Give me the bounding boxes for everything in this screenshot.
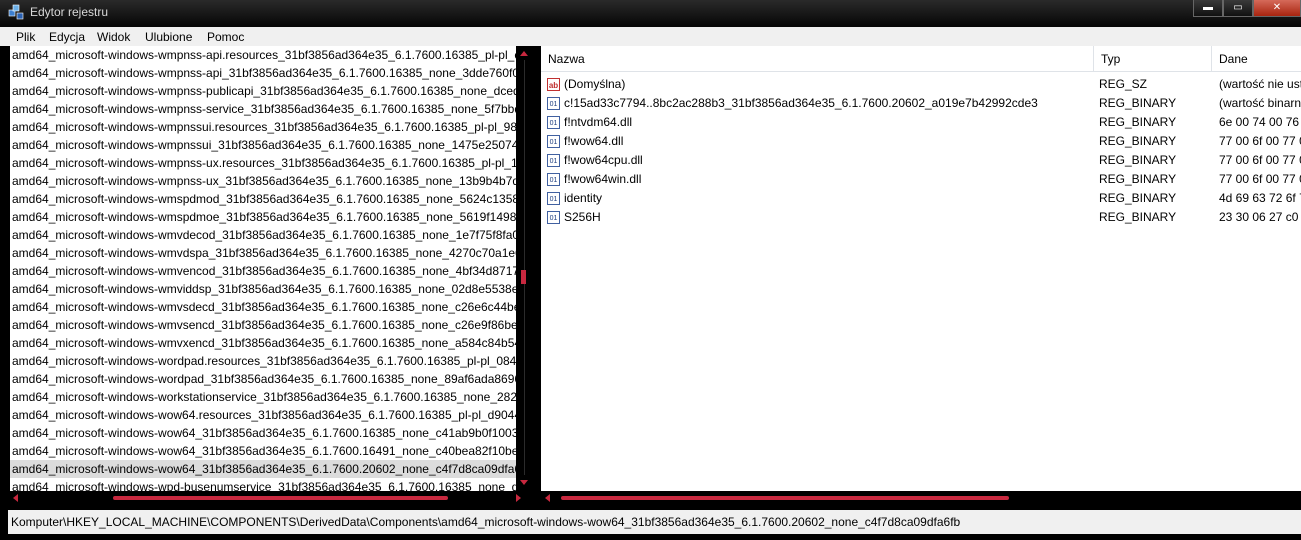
column-header-type[interactable]: Typ [1094,46,1211,72]
tree-item[interactable]: amd64_microsoft-windows-wmvsdecd_31bf385… [10,298,516,316]
value-name: S256H [564,210,601,224]
scroll-thumb[interactable] [113,496,448,500]
value-name: f!wow64cpu.dll [564,153,643,167]
tree-horizontal-scrollbar[interactable] [10,491,533,504]
status-bar-path: Komputer\HKEY_LOCAL_MACHINE\COMPONENTS\D… [8,510,1301,534]
value-data: 23 30 06 27 c0 c9 [1219,210,1301,224]
scroll-thumb[interactable] [561,496,1009,500]
value-type: REG_BINARY [1099,210,1177,224]
tree-item[interactable]: amd64_microsoft-windows-wow64_31bf3856ad… [10,442,516,460]
tree-item[interactable]: amd64_microsoft-windows-wmpnss-api.resou… [10,46,516,64]
tree-item[interactable]: amd64_microsoft-windows-wmpnss-api_31bf3… [10,64,516,82]
string-value-icon: ab [547,78,560,91]
tree-item[interactable]: amd64_microsoft-windows-wordpad.resource… [10,352,516,370]
window-controls: ▬ ▭ ✕ [1193,0,1301,18]
value-name: (Domyślna) [564,77,626,91]
menu-file[interactable]: Plik [16,30,35,44]
value-row[interactable]: ab (Domyślna) REG_SZ (wartość nie ustawiona… [541,75,1301,94]
value-name: f!ntvdm64.dll [564,115,633,129]
scroll-track[interactable] [524,60,525,475]
tree-item[interactable]: amd64_microsoft-windows-wmpnss-service_3… [10,100,516,118]
binary-value-icon: 01 [547,192,560,205]
value-name: f!wow64.dll [564,134,624,148]
registry-editor-icon [8,4,24,20]
tree-item[interactable]: amd64_microsoft-windows-wmvxencd_31bf385… [10,334,516,352]
scroll-right-arrow-icon[interactable] [516,494,521,502]
tree-item[interactable]: amd64_microsoft-windows-wmspdmoe_31bf385… [10,208,516,226]
menu-favorites[interactable]: Ulubione [145,30,192,44]
menu-help[interactable]: Pomoc [207,30,244,44]
close-button[interactable]: ✕ [1253,0,1301,17]
tree-item[interactable]: amd64_microsoft-windows-wmpnss-publicapi… [10,82,516,100]
value-row[interactable]: 01 S256H REG_BINARY 23 30 06 27 c0 c9 [541,208,1301,227]
key-tree[interactable]: amd64_microsoft-windows-wmpnss-api.resou… [10,46,516,491]
binary-value-icon: 01 [547,135,560,148]
scroll-left-arrow-icon[interactable] [545,494,550,502]
menu-edit[interactable]: Edycja [49,30,85,44]
tree-item[interactable]: amd64_microsoft-windows-wpd-busenumservi… [10,478,516,491]
tree-item[interactable]: amd64_microsoft-windows-wmvsencd_31bf385… [10,316,516,334]
scroll-up-arrow-icon[interactable] [520,51,528,56]
value-data: 77 00 6f 00 77 00 [1219,153,1301,167]
menu-view[interactable]: Widok [97,30,130,44]
tree-item[interactable]: amd64_microsoft-windows-workstationservi… [10,388,516,406]
tree-item[interactable]: amd64_microsoft-windows-wmpnss-ux_31bf38… [10,172,516,190]
value-data: (wartość binarna o zerowej długości) [1219,96,1301,110]
minimize-button[interactable]: ▬ [1193,0,1223,17]
binary-value-icon: 01 [547,154,560,167]
value-data: 77 00 6f 00 77 00 [1219,172,1301,186]
tree-item[interactable]: amd64_microsoft-windows-wmpnss-ux.resour… [10,154,516,172]
tree-item[interactable]: amd64_microsoft-windows-wow64_31bf3856ad… [10,424,516,442]
tree-item[interactable]: amd64_microsoft-windows-wmvencod_31bf385… [10,262,516,280]
value-type: REG_SZ [1099,77,1148,91]
value-type: REG_BINARY [1099,96,1177,110]
tree-item[interactable]: amd64_microsoft-windows-wow64.resources_… [10,406,516,424]
window-title: Edytor rejestru [30,5,109,19]
value-type: REG_BINARY [1099,115,1177,129]
value-name: identity [564,191,603,205]
title-bar: Edytor rejestru ▬ ▭ ✕ [0,0,1301,27]
binary-value-icon: 01 [547,211,560,224]
value-type: REG_BINARY [1099,153,1177,167]
value-data: 6e 00 74 00 76 00 [1219,115,1301,129]
value-data: 4d 69 63 72 6f 73 [1219,191,1301,205]
values-horizontal-scrollbar[interactable] [541,491,1301,504]
column-header-data[interactable]: Dane [1212,46,1301,72]
value-name: c!15ad33c7794..8bc2ac288b3_31bf3856ad364… [564,96,1038,110]
value-name: f!wow64win.dll [564,172,642,186]
column-header-name[interactable]: Nazwa [541,46,1093,72]
tree-item[interactable]: amd64_microsoft-windows-wmpnssui_31bf385… [10,136,516,154]
value-data: 77 00 6f 00 77 00 [1219,134,1301,148]
tree-vertical-scrollbar[interactable] [516,46,533,491]
value-row[interactable]: 01 f!wow64.dll REG_BINARY 77 00 6f 00 77 00 [541,132,1301,151]
tree-item[interactable]: amd64_microsoft-windows-wmpnssui.resourc… [10,118,516,136]
menu-bar: Plik Edycja Widok Ulubione Pomoc [0,27,1301,46]
binary-value-icon: 01 [547,116,560,129]
values-list[interactable]: Nazwa Typ Dane ab (Domyślna) REG_SZ (wartoś… [541,46,1301,491]
value-row[interactable]: 01 c!15ad33c7794..8bc2ac288b3_31bf3856ad3… [541,94,1301,113]
value-type: REG_BINARY [1099,191,1177,205]
scroll-down-arrow-icon[interactable] [520,480,528,485]
tree-item[interactable]: amd64_microsoft-windows-wmspdmod_31bf385… [10,190,516,208]
value-type: REG_BINARY [1099,172,1177,186]
scroll-thumb[interactable] [521,270,526,284]
value-type: REG_BINARY [1099,134,1177,148]
tree-item[interactable]: amd64_microsoft-windows-wmvdecod_31bf385… [10,226,516,244]
tree-item[interactable]: amd64_microsoft-windows-wordpad_31bf3856… [10,370,516,388]
binary-value-icon: 01 [547,173,560,186]
scroll-left-arrow-icon[interactable] [13,494,18,502]
value-row[interactable]: 01 identity REG_BINARY 4d 69 63 72 6f 73 [541,189,1301,208]
value-data: (wartość nie ustawiona) [1219,77,1301,91]
value-row[interactable]: 01 f!wow64win.dll REG_BINARY 77 00 6f 00 77… [541,170,1301,189]
tree-item[interactable]: amd64_microsoft-windows-wow64_31bf3856ad… [10,460,516,478]
value-row[interactable]: 01 f!wow64cpu.dll REG_BINARY 77 00 6f 00 77… [541,151,1301,170]
tree-item[interactable]: amd64_microsoft-windows-wmvdspa_31bf3856… [10,244,516,262]
value-row[interactable]: 01 f!ntvdm64.dll REG_BINARY 6e 00 74 00 76 … [541,113,1301,132]
tree-item[interactable]: amd64_microsoft-windows-wmviddsp_31bf385… [10,280,516,298]
binary-value-icon: 01 [547,97,560,110]
maximize-button[interactable]: ▭ [1223,0,1253,17]
